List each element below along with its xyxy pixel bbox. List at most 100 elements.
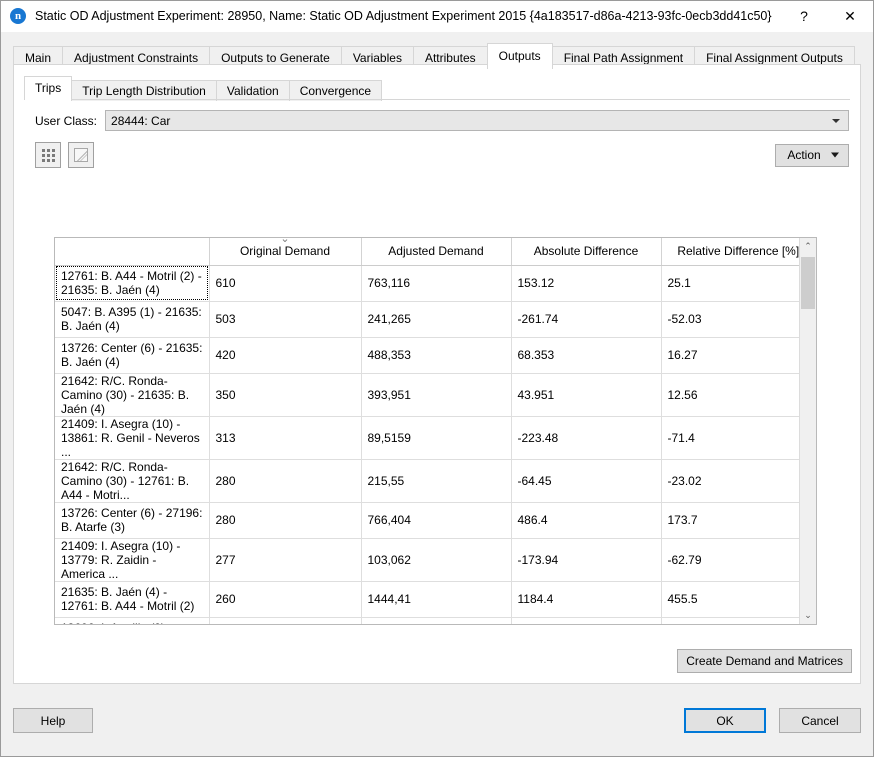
trips-table-container: ⌄ Original Demand Adjusted Demand Absolu…: [54, 237, 817, 625]
table-row[interactable]: 12761: B. A44 - Motril (2) - 21635: B. J…: [55, 265, 799, 302]
table-row[interactable]: 5047: B. A395 (1) - 21635: B. Jaén (4) 5…: [55, 301, 799, 338]
column-header-od-pair[interactable]: [55, 238, 210, 266]
scroll-up-icon[interactable]: ⌃: [800, 238, 816, 255]
subtab-convergence[interactable]: Convergence: [288, 80, 383, 101]
table-row[interactable]: 13726: Center (6) - 27196: B. Atarfe (3)…: [55, 502, 799, 539]
cell-relative-difference: 455.5: [661, 581, 799, 618]
cell-relative-difference: -71.4: [661, 416, 799, 460]
cell-relative-difference: -23.02: [661, 459, 799, 503]
cell-original-demand: 420: [209, 337, 362, 374]
cell-original-demand: 260: [209, 581, 362, 618]
column-header-adjusted-demand[interactable]: Adjusted Demand: [361, 238, 512, 266]
user-class-row: User Class: 28444: Car: [35, 110, 849, 131]
cell-relative-difference: 173.7: [661, 502, 799, 539]
cell-adjusted-demand: 488,353: [361, 337, 512, 374]
cell-od-pair: 5047: B. A395 (1) - 21635: B. Jaén (4): [55, 301, 210, 338]
cell-relative-difference: 25.1: [661, 265, 799, 302]
cell-od-pair: 21642: R/C. Ronda- Camino (30) - 21635: …: [55, 373, 210, 417]
cell-od-pair: 21642: R/C. Ronda- Camino (30) - 12761: …: [55, 459, 210, 503]
scroll-down-icon[interactable]: ⌄: [800, 607, 816, 624]
ok-button[interactable]: OK: [684, 708, 766, 733]
cell-original-demand: 350: [209, 373, 362, 417]
sort-descending-icon: ⌄: [280, 238, 290, 245]
help-button[interactable]: Help: [13, 708, 93, 733]
cell-absolute-difference: 68.353: [511, 337, 662, 374]
cell-relative-difference: -52.03: [661, 301, 799, 338]
cell-absolute-difference: 1184.4: [511, 581, 662, 618]
table-vertical-scrollbar[interactable]: ⌃ ⌄: [799, 238, 816, 624]
grid-view-icon[interactable]: [35, 142, 61, 168]
cell-adjusted-demand: 393,951: [361, 373, 512, 417]
cell-od-pair: 12761: B. A44 - Motril (2) - 21635: B. J…: [55, 265, 210, 302]
cell-original-demand: 280: [209, 459, 362, 503]
cell-original-demand: 610: [209, 265, 362, 302]
cell-adjusted-demand: 178,152: [361, 617, 512, 624]
user-class-label: User Class:: [35, 113, 98, 128]
table-row[interactable]: 21635: B. Jaén (4) - 12761: B. A44 - Mot…: [55, 581, 799, 618]
action-button-label: Action: [787, 148, 821, 162]
cell-od-pair: 21409: I. Asegra (10) - 13861: R. Genil …: [55, 416, 210, 460]
table-row[interactable]: 21409: I. Asegra (10) - 13861: R. Genil …: [55, 416, 799, 460]
cell-od-pair: 13726: Center (6) - 27196: B. Atarfe (3): [55, 502, 210, 539]
cell-relative-difference: 16.27: [661, 337, 799, 374]
cancel-button[interactable]: Cancel: [779, 708, 861, 733]
cell-adjusted-demand: 763,116: [361, 265, 512, 302]
window-controls: ? ✕: [781, 1, 873, 32]
cell-absolute-difference: -261.74: [511, 301, 662, 338]
cell-adjusted-demand: 215,55: [361, 459, 512, 503]
action-button[interactable]: Action: [775, 143, 849, 167]
table-row[interactable]: 21642: R/C. Ronda- Camino (30) - 21635: …: [55, 373, 799, 417]
subtab-trips[interactable]: Trips: [24, 76, 73, 100]
column-header-original-demand-label: Original Demand: [239, 244, 331, 259]
sub-tab-strip: Trips Trip Length Distribution Validatio…: [24, 76, 860, 101]
grid-glyph: [41, 148, 55, 162]
cell-absolute-difference: -223.48: [511, 416, 662, 460]
chevron-down-icon: [831, 152, 839, 158]
column-header-absolute-difference[interactable]: Absolute Difference: [511, 238, 662, 266]
cell-original-demand: 503: [209, 301, 362, 338]
window-title: Static OD Adjustment Experiment: 28950, …: [35, 9, 772, 23]
column-header-relative-difference[interactable]: Relative Difference [%]: [661, 238, 799, 266]
subtab-validation[interactable]: Validation: [215, 80, 290, 101]
cell-original-demand: 313: [209, 416, 362, 460]
trips-table: ⌄ Original Demand Adjusted Demand Absolu…: [55, 238, 799, 624]
cell-absolute-difference: 43.951: [511, 373, 662, 417]
table-row[interactable]: 13726: Center (6) - 21635: B. Jaén (4) 4…: [55, 337, 799, 374]
cell-relative-difference: -30.41: [661, 617, 799, 624]
cell-original-demand: 277: [209, 538, 362, 582]
dialog-footer: Help OK Cancel: [13, 697, 861, 744]
table-toolbar: Action: [35, 142, 849, 168]
user-class-value: 28444: Car: [111, 113, 171, 128]
cell-absolute-difference: 486.4: [511, 502, 662, 539]
chevron-down-icon: [832, 118, 840, 123]
table-header-row: ⌄ Original Demand Adjusted Demand Absolu…: [55, 238, 799, 266]
cell-absolute-difference: -77.848: [511, 617, 662, 624]
table-row[interactable]: 21642: R/C. Ronda- Camino (30) - 12761: …: [55, 459, 799, 503]
cell-original-demand: 256: [209, 617, 362, 624]
cell-od-pair: 21409: I. Asegra (10) - 13779: R. Zaidin…: [55, 538, 210, 582]
cell-od-pair: 13726: Center (6) - 21635: B. Jaén (4): [55, 337, 210, 374]
dialog-window: n Static OD Adjustment Experiment: 28950…: [0, 0, 874, 757]
trips-table-area: ⌄ Original Demand Adjusted Demand Absolu…: [55, 238, 799, 624]
table-row[interactable]: 21409: I. Asegra (10) - 13779: R. Zaidin…: [55, 538, 799, 582]
scrollbar-thumb[interactable]: [801, 257, 815, 309]
cell-od-pair: 13606: I. Armilla (9) - 19062: R. Norte …: [55, 617, 210, 624]
user-class-combo[interactable]: 28444: Car: [105, 110, 849, 131]
aimsun-n-icon: n: [10, 8, 26, 24]
cell-absolute-difference: 153.12: [511, 265, 662, 302]
column-header-original-demand[interactable]: ⌄ Original Demand: [209, 238, 362, 266]
create-demand-and-matrices-button[interactable]: Create Demand and Matrices: [677, 649, 852, 673]
matrix-view-icon[interactable]: [68, 142, 94, 168]
title-bar: n Static OD Adjustment Experiment: 28950…: [1, 1, 873, 32]
table-row[interactable]: 13606: I. Armilla (9) - 19062: R. Norte …: [55, 617, 799, 624]
tab-outputs[interactable]: Outputs: [486, 43, 553, 69]
cell-relative-difference: -62.79: [661, 538, 799, 582]
subtab-underline: [34, 99, 850, 100]
help-titlebar-button[interactable]: ?: [781, 1, 827, 32]
close-icon[interactable]: ✕: [827, 1, 873, 32]
subtab-trip-length-distribution[interactable]: Trip Length Distribution: [71, 80, 217, 101]
cell-adjusted-demand: 1444,41: [361, 581, 512, 618]
cell-adjusted-demand: 89,5159: [361, 416, 512, 460]
cell-absolute-difference: -173.94: [511, 538, 662, 582]
cell-absolute-difference: -64.45: [511, 459, 662, 503]
